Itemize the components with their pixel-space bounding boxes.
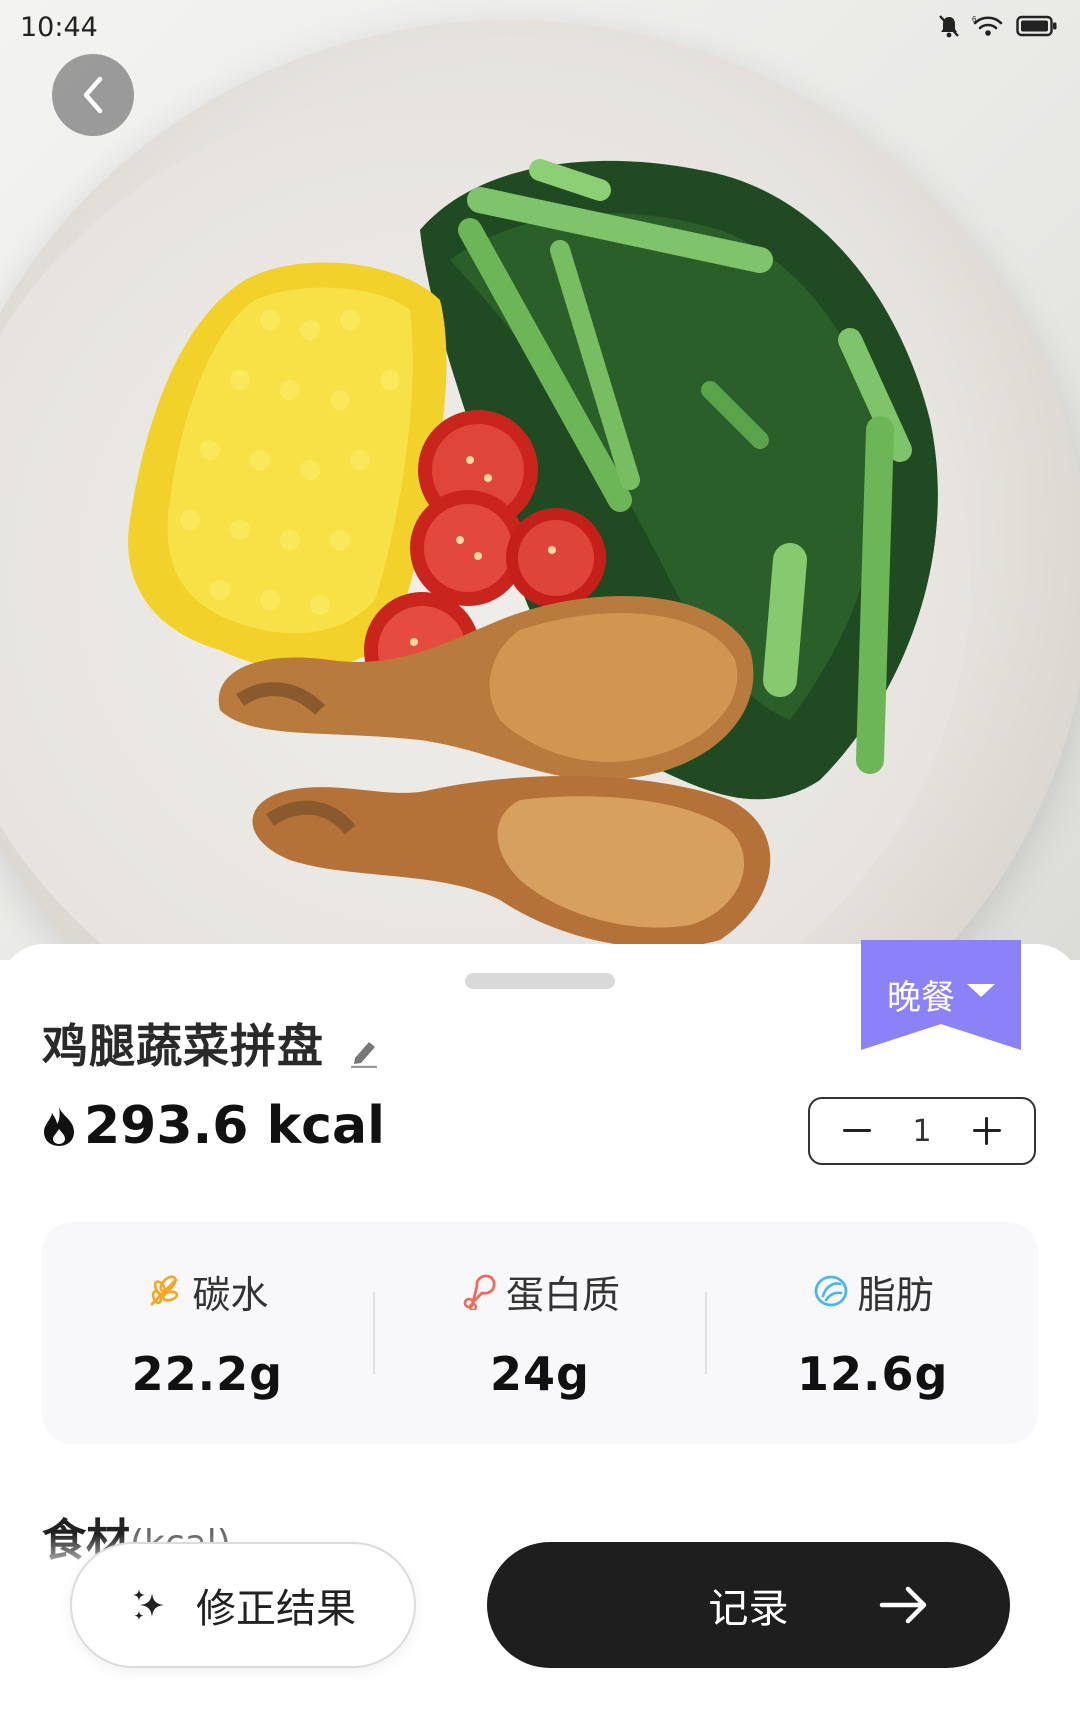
battery-icon (1016, 15, 1057, 37)
bell-muted-icon (939, 15, 959, 38)
fix-result-label: 修正结果 (196, 1586, 356, 1632)
sheet-drag-handle[interactable] (465, 973, 615, 989)
oil-drop-icon (814, 1275, 848, 1307)
wifi-icon: 6 (972, 15, 1003, 36)
status-time: 10:44 (20, 12, 98, 43)
macro-value: 24g (490, 1346, 590, 1401)
wheat-icon (150, 1275, 179, 1306)
sparkle-icon (133, 1589, 164, 1621)
calorie-value: 293.6 kcal (84, 1096, 385, 1156)
calorie-summary: 293.6 kcal (40, 1096, 385, 1156)
minus-icon (843, 1129, 871, 1132)
quantity-stepper: 1 (808, 1097, 1036, 1165)
food-detail-sheet: 晚餐 鸡腿蔬菜拼盘 293.6 kcal 1 碳水 22.2g 蛋白质 24g … (0, 940, 1080, 1728)
macro-label: 蛋白质 (506, 1272, 621, 1317)
arrow-right-icon (879, 1586, 927, 1624)
flame-icon (44, 1107, 74, 1146)
drumstick-icon (463, 1274, 496, 1310)
macro-label: 脂肪 (857, 1272, 934, 1317)
food-photo: 10:44 6 (0, 0, 1080, 960)
back-arrow-icon (83, 76, 103, 114)
macro-carbs: 碳水 22.2g (42, 1266, 373, 1401)
increase-button[interactable] (970, 1114, 1004, 1148)
macro-protein: 蛋白质 24g (375, 1266, 706, 1401)
macro-value: 12.6g (796, 1346, 949, 1401)
decrease-button[interactable] (840, 1114, 874, 1148)
dish-illustration (128, 159, 938, 948)
record-label: 记录 (708, 1586, 789, 1632)
svg-text:6: 6 (972, 15, 977, 24)
caret-down-icon (967, 984, 995, 997)
fix-result-button[interactable]: 修正结果 (70, 1542, 416, 1668)
dish-name: 鸡腿蔬菜拼盘 (42, 1019, 324, 1073)
status-bar: 10:44 6 (0, 0, 1080, 56)
record-button[interactable]: 记录 (487, 1542, 1010, 1668)
meal-type-selector[interactable]: 晚餐 (861, 940, 1021, 1058)
macro-label: 碳水 (192, 1272, 269, 1317)
macro-nutrients-card: 碳水 22.2g 蛋白质 24g 脂肪 12.6g (42, 1222, 1038, 1444)
back-button[interactable] (52, 54, 134, 136)
meal-type-label: 晚餐 (887, 978, 955, 1018)
macro-value: 22.2g (131, 1346, 284, 1401)
pencil-edit-icon[interactable] (349, 1036, 379, 1068)
quantity-value[interactable]: 1 (912, 1114, 931, 1149)
macro-fat: 脂肪 12.6g (707, 1266, 1038, 1401)
